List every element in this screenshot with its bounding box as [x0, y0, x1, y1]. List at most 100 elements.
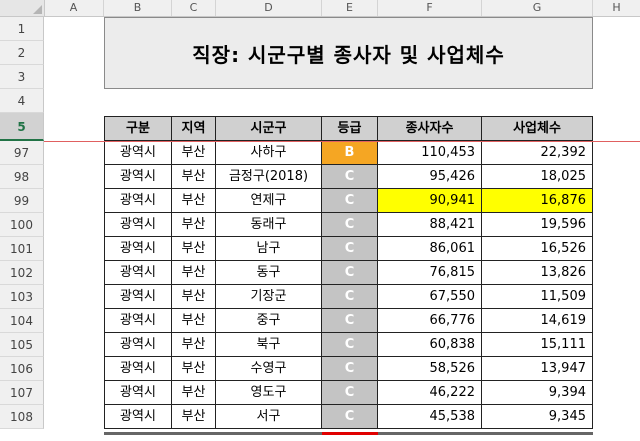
cell-grade[interactable]: C: [322, 405, 378, 429]
row-header-3[interactable]: 3: [0, 65, 44, 89]
cell-category[interactable]: 광역시: [104, 357, 172, 381]
cell-district[interactable]: 사하구: [216, 141, 322, 165]
cell-workers[interactable]: 66,776: [378, 309, 482, 333]
cell-workers[interactable]: 76,815: [378, 261, 482, 285]
cell-region[interactable]: 부산: [172, 189, 216, 213]
cell-grade[interactable]: C: [322, 261, 378, 285]
cell-region[interactable]: 부산: [172, 309, 216, 333]
row-header[interactable]: 108: [0, 405, 44, 429]
cell-firms[interactable]: 18,025: [482, 165, 593, 189]
cell-grade[interactable]: C: [322, 213, 378, 237]
cell-firms[interactable]: 14,619: [482, 309, 593, 333]
row-header[interactable]: 106: [0, 357, 44, 381]
cell-district[interactable]: 금정구(2018): [216, 165, 322, 189]
cell-category[interactable]: 광역시: [104, 285, 172, 309]
cell-grade[interactable]: C: [322, 285, 378, 309]
column-header-f[interactable]: F: [378, 0, 482, 16]
header-cell-grade[interactable]: 등급: [322, 116, 378, 141]
cell-region[interactable]: 부산: [172, 285, 216, 309]
row-header[interactable]: 107: [0, 381, 44, 405]
column-header-c[interactable]: C: [172, 0, 216, 16]
row-header-2[interactable]: 2: [0, 41, 44, 65]
cell-region[interactable]: 부산: [172, 213, 216, 237]
cell-firms[interactable]: 11,509: [482, 285, 593, 309]
row-header[interactable]: 98: [0, 165, 44, 189]
column-header-b[interactable]: B: [104, 0, 172, 16]
cell-firms[interactable]: 16,876: [482, 189, 593, 213]
column-header-g[interactable]: G: [482, 0, 593, 16]
row-header-4[interactable]: 4: [0, 89, 44, 113]
header-cell-firms[interactable]: 사업체수: [482, 116, 593, 141]
cell-category[interactable]: 광역시: [104, 261, 172, 285]
cell-workers[interactable]: 60,838: [378, 333, 482, 357]
cell-firms[interactable]: 15,111: [482, 333, 593, 357]
cell-region[interactable]: 부산: [172, 333, 216, 357]
cell-workers[interactable]: 88,421: [378, 213, 482, 237]
cell-category[interactable]: 광역시: [104, 381, 172, 405]
cell-category[interactable]: 광역시: [104, 213, 172, 237]
cell-firms[interactable]: 13,826: [482, 261, 593, 285]
column-header-d[interactable]: D: [216, 0, 322, 16]
cell-firms[interactable]: 22,392: [482, 141, 593, 165]
sheet-title[interactable]: 직장: 시군구별 종사자 및 사업체수: [104, 17, 593, 89]
cell-grade[interactable]: B: [322, 141, 378, 165]
cell-grade[interactable]: C: [322, 309, 378, 333]
cell-workers[interactable]: 46,222: [378, 381, 482, 405]
cell-grade[interactable]: C: [322, 237, 378, 261]
column-header-h[interactable]: H: [593, 0, 640, 16]
cell-firms[interactable]: 16,526: [482, 237, 593, 261]
cell-district[interactable]: 남구: [216, 237, 322, 261]
header-cell-region[interactable]: 지역: [172, 116, 216, 141]
cell-district[interactable]: 중구: [216, 309, 322, 333]
cell-grade[interactable]: C: [322, 189, 378, 213]
row-header[interactable]: 103: [0, 285, 44, 309]
row-header[interactable]: 102: [0, 261, 44, 285]
cell-district[interactable]: 동래구: [216, 213, 322, 237]
row-header[interactable]: 97: [0, 141, 44, 165]
cell-category[interactable]: 광역시: [104, 333, 172, 357]
cell-workers[interactable]: 95,426: [378, 165, 482, 189]
row-header-1[interactable]: 1: [0, 17, 44, 41]
cell-category[interactable]: 광역시: [104, 405, 172, 429]
row-header[interactable]: 100: [0, 213, 44, 237]
cell-workers[interactable]: 86,061: [378, 237, 482, 261]
cell-grade[interactable]: C: [322, 333, 378, 357]
cell-region[interactable]: 부산: [172, 381, 216, 405]
cell-workers[interactable]: 90,941: [378, 189, 482, 213]
cell-firms[interactable]: 19,596: [482, 213, 593, 237]
cell-category[interactable]: 광역시: [104, 309, 172, 333]
cell-category[interactable]: 광역시: [104, 237, 172, 261]
column-header-a[interactable]: A: [44, 0, 104, 16]
cell-category[interactable]: 광역시: [104, 189, 172, 213]
row-header[interactable]: 104: [0, 309, 44, 333]
cell-category[interactable]: 광역시: [104, 165, 172, 189]
header-cell-category[interactable]: 구분: [104, 116, 172, 141]
cell-region[interactable]: 부산: [172, 165, 216, 189]
cell-workers[interactable]: 67,550: [378, 285, 482, 309]
cell-region[interactable]: 부산: [172, 141, 216, 165]
cell-district[interactable]: 기장군: [216, 285, 322, 309]
cell-region[interactable]: 부산: [172, 357, 216, 381]
cell-grade[interactable]: C: [322, 165, 378, 189]
cell-district[interactable]: 서구: [216, 405, 322, 429]
header-cell-workers[interactable]: 종사자수: [378, 116, 482, 141]
cell-region[interactable]: 부산: [172, 261, 216, 285]
select-all-corner[interactable]: [0, 0, 45, 16]
header-cell-district[interactable]: 시군구: [216, 116, 322, 141]
row-header[interactable]: 105: [0, 333, 44, 357]
cell-region[interactable]: 부산: [172, 237, 216, 261]
cell-grade[interactable]: C: [322, 381, 378, 405]
cell-grade[interactable]: C: [322, 357, 378, 381]
row-header[interactable]: 101: [0, 237, 44, 261]
column-header-e[interactable]: E: [322, 0, 378, 16]
cell-district[interactable]: 수영구: [216, 357, 322, 381]
cell-category[interactable]: 광역시: [104, 141, 172, 165]
cell-workers[interactable]: 45,538: [378, 405, 482, 429]
cell-district[interactable]: 영도구: [216, 381, 322, 405]
row-header-5[interactable]: 5: [0, 113, 44, 141]
cell-firms[interactable]: 9,345: [482, 405, 593, 429]
cell-firms[interactable]: 13,947: [482, 357, 593, 381]
row-header[interactable]: 99: [0, 189, 44, 213]
cell-district[interactable]: 연제구: [216, 189, 322, 213]
cell-workers[interactable]: 58,526: [378, 357, 482, 381]
